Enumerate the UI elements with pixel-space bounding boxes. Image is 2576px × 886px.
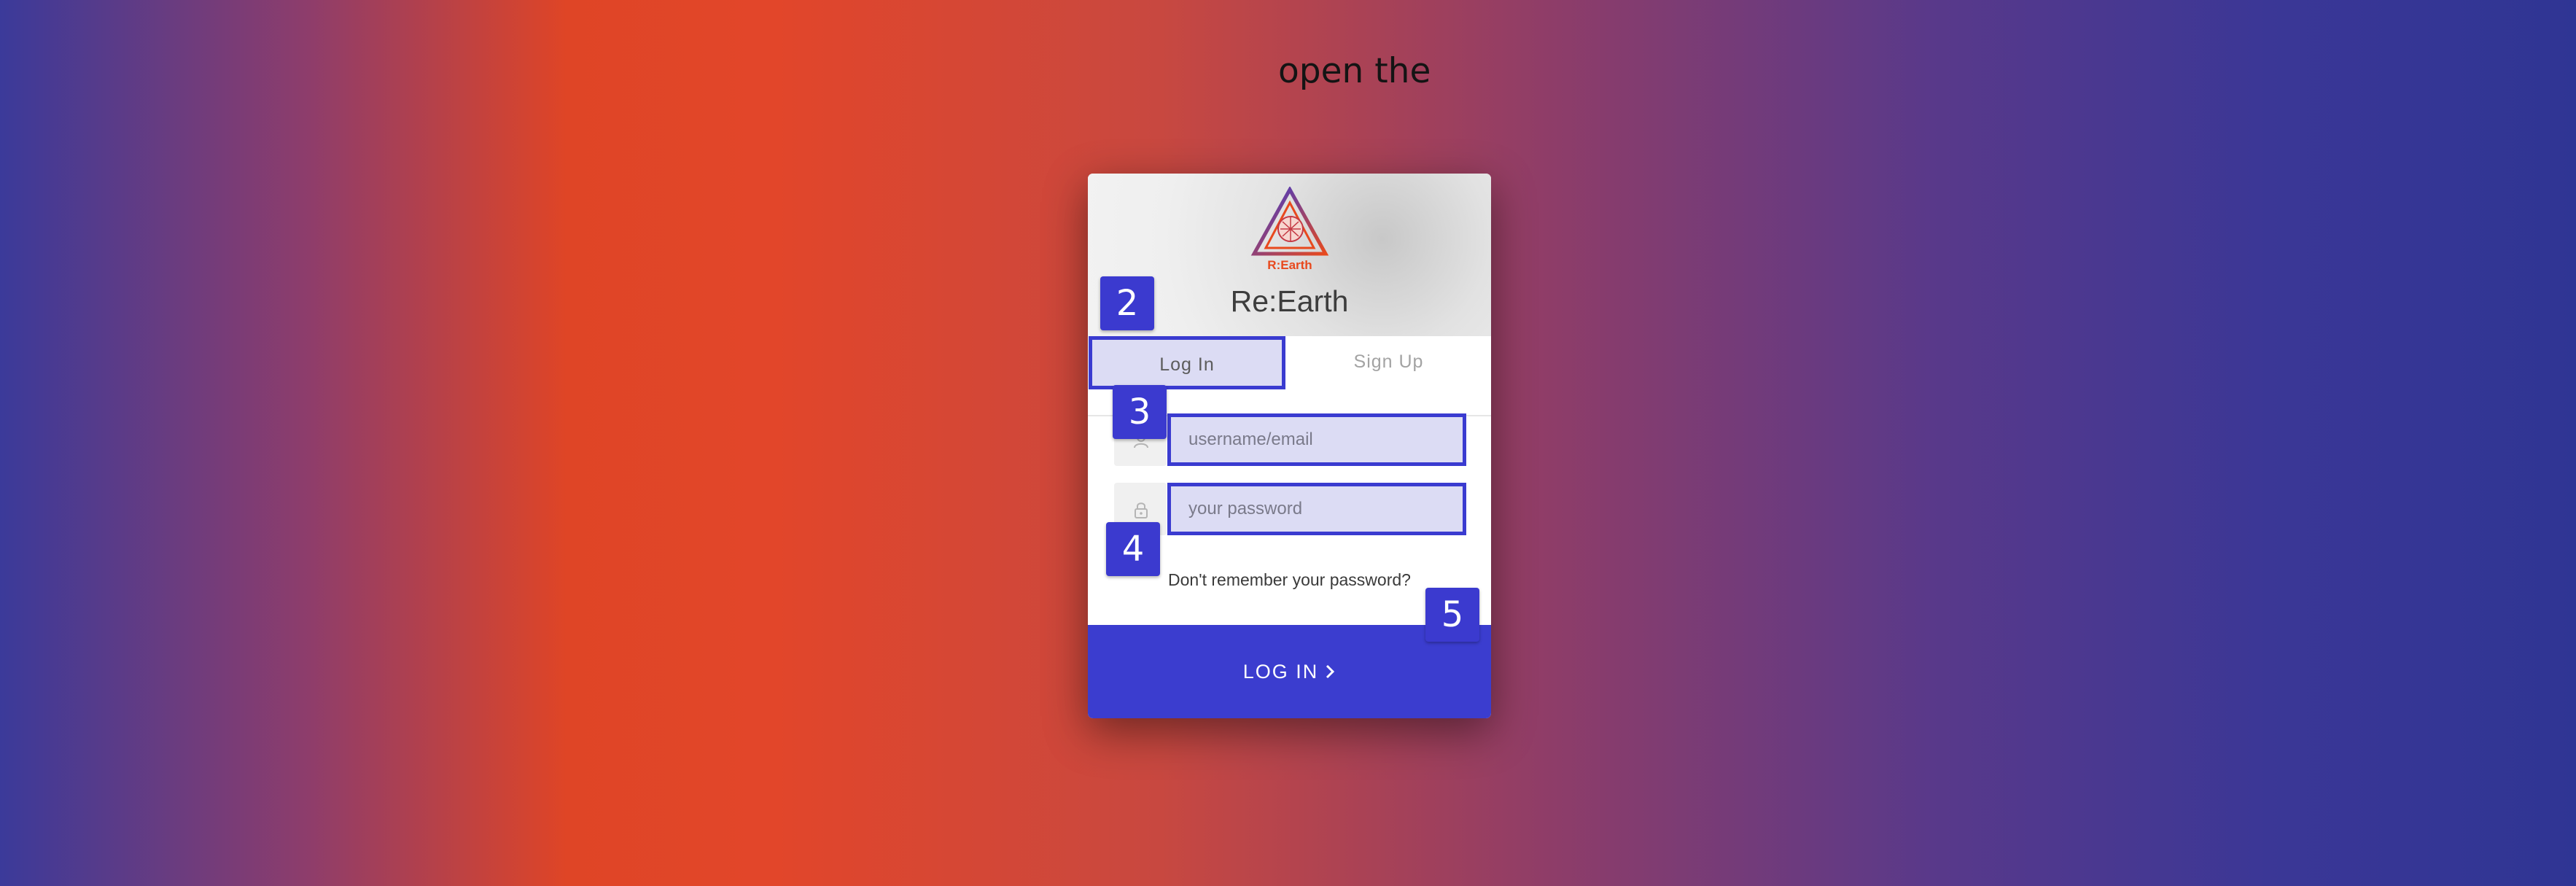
marker-badge-5: 5 — [1425, 588, 1479, 642]
username-field[interactable] — [1167, 413, 1466, 466]
marker-badge-3: 3 — [1113, 385, 1167, 439]
log-in-button-label: LOG IN — [1242, 660, 1319, 683]
page-headline: open the — [1278, 51, 1431, 91]
marker-badge-2: 2 — [1100, 276, 1154, 330]
reearth-logo: R:Earth — [1250, 187, 1329, 272]
lock-icon — [1135, 502, 1148, 518]
username-row — [1114, 413, 1466, 466]
password-field[interactable] — [1167, 483, 1466, 535]
tab-sign-up[interactable]: Sign Up — [1286, 336, 1491, 387]
marker-badge-4: 4 — [1106, 522, 1160, 576]
svg-text:R:Earth: R:Earth — [1267, 258, 1312, 272]
password-row — [1114, 483, 1466, 535]
chevron-right-icon — [1326, 664, 1335, 679]
tab-log-in[interactable]: Log In — [1089, 336, 1285, 389]
